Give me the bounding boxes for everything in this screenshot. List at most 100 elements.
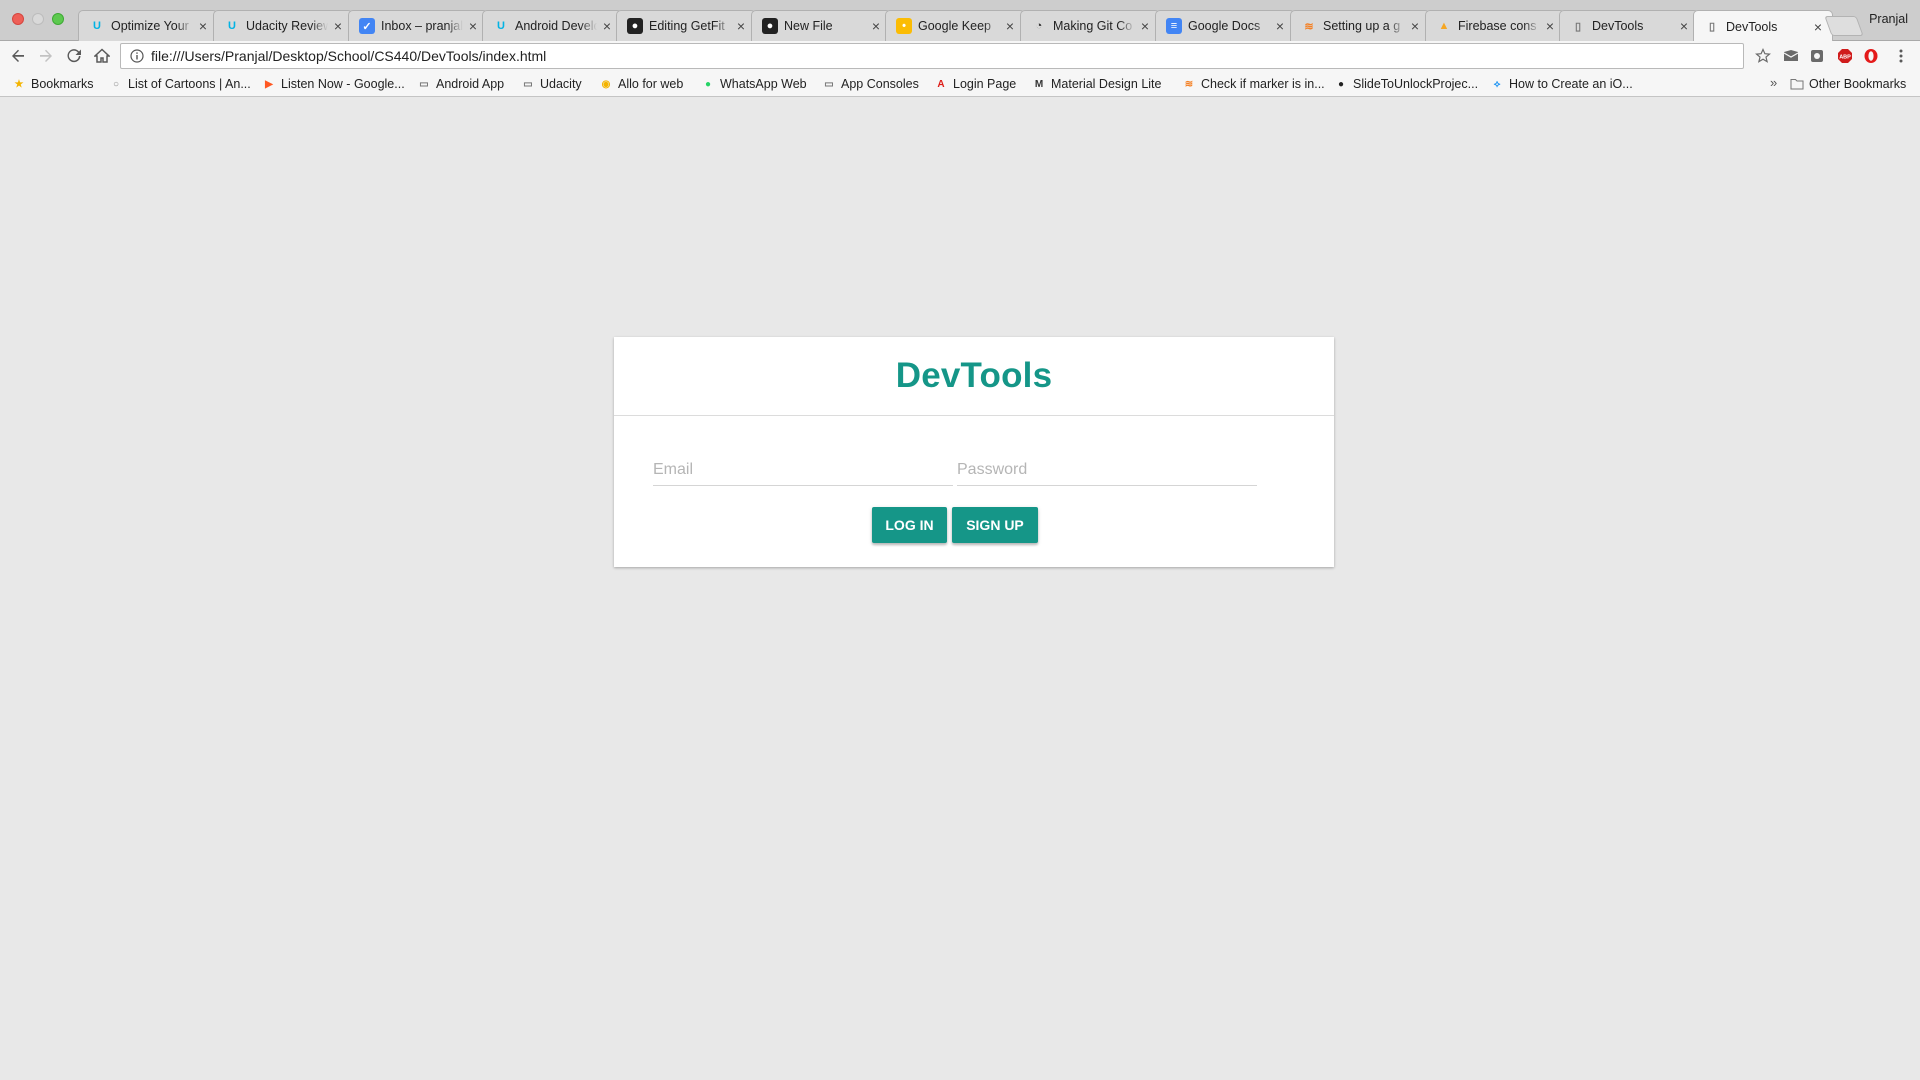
tab[interactable]: ✓ Inbox – pranjal × <box>348 10 488 41</box>
tab[interactable]: • Google Keep × <box>885 10 1025 41</box>
tab[interactable]: U Optimize Your × <box>78 10 218 41</box>
angular-icon: A <box>937 78 945 90</box>
bookmark-label: Android App <box>436 77 505 91</box>
close-tab-icon[interactable]: × <box>1409 19 1421 33</box>
tab-title: Google Docs <box>1188 19 1261 33</box>
bookmark-label: App Consoles <box>841 77 919 91</box>
back-arrow-icon <box>12 49 24 62</box>
bookmark-label: Check if marker is in... <box>1201 77 1325 91</box>
mail-extension-icon[interactable] <box>1782 47 1800 65</box>
tab-title: Google Keep <box>918 19 991 33</box>
opera-extension-icon[interactable] <box>1862 47 1880 65</box>
bookmark-star-icon[interactable] <box>1754 47 1772 65</box>
tab-title: Android Developer <box>515 19 597 33</box>
forward-button[interactable] <box>36 46 56 66</box>
more-bookmarks-chevron-icon[interactable]: » <box>1770 75 1777 90</box>
close-tab-icon[interactable]: × <box>332 19 344 33</box>
bookmark-label: Material Design Lite <box>1051 77 1162 91</box>
folder-icon: ▭ <box>824 78 834 90</box>
pocket-extension-icon[interactable] <box>1808 47 1826 65</box>
bookmark-item[interactable]: ◉ Allo for web <box>599 75 684 93</box>
adblock-plus-icon[interactable]: ABP <box>1836 47 1854 65</box>
bookmark-label: Bookmarks <box>31 77 94 91</box>
tab[interactable]: ▲ Firebase cons × <box>1425 10 1565 41</box>
email-field-wrapper <box>653 458 953 486</box>
bookmark-label: How to Create an iO... <box>1509 77 1633 91</box>
github-icon: ● <box>1337 78 1345 90</box>
bookmark-item[interactable]: ▶ Listen Now - Google... <box>262 75 405 93</box>
bookmark-label: Listen Now - Google... <box>281 77 405 91</box>
signup-button[interactable]: Sign Up <box>952 507 1038 543</box>
folder-icon: ▭ <box>419 78 429 90</box>
tab[interactable]: ◔ Making Git Co × <box>1020 10 1160 41</box>
profile-name[interactable]: Pranjal <box>1869 12 1908 26</box>
maximize-window-button[interactable] <box>52 13 64 25</box>
tab-title: New File <box>784 19 833 33</box>
tab[interactable]: ≋ Setting up a g × <box>1290 10 1430 41</box>
bookmark-label: WhatsApp Web <box>720 77 807 91</box>
keep-icon: • <box>896 18 912 34</box>
back-button[interactable] <box>8 46 28 66</box>
close-tab-icon[interactable]: × <box>1812 20 1824 34</box>
password-field-wrapper <box>957 458 1257 486</box>
folder-icon <box>1790 77 1804 91</box>
bookmark-label: Login Page <box>953 77 1017 91</box>
browser-toolbar: file:///Users/Pranjal/Desktop/School/CS4… <box>0 41 1920 71</box>
bookmark-label: Allo for web <box>618 77 684 91</box>
email-field[interactable] <box>653 458 953 482</box>
bookmark-item[interactable]: M Material Design Lite <box>1032 75 1162 93</box>
close-tab-icon[interactable]: × <box>870 19 882 33</box>
bookmark-item[interactable]: ★ Bookmarks <box>12 75 94 93</box>
tab-title: DevTools <box>1592 19 1644 33</box>
page-icon: ▯ <box>1708 21 1716 33</box>
tab-title: Inbox – pranjal <box>381 19 463 33</box>
close-tab-icon[interactable]: × <box>1004 19 1016 33</box>
close-tab-icon[interactable]: × <box>1678 19 1690 33</box>
minimize-window-button[interactable] <box>32 13 44 25</box>
address-url[interactable]: file:///Users/Pranjal/Desktop/School/CS4… <box>151 48 546 64</box>
other-bookmarks-folder[interactable]: Other Bookmarks <box>1790 75 1906 93</box>
bookmark-item[interactable]: ≋ Check if marker is in... <box>1182 75 1325 93</box>
chrome-menu-icon[interactable] <box>1892 47 1910 65</box>
close-tab-icon[interactable]: × <box>1274 19 1286 33</box>
close-tab-icon[interactable]: × <box>467 19 479 33</box>
close-tab-icon[interactable]: × <box>601 19 613 33</box>
bookmarks-bar: ★ Bookmarks ○ List of Cartoons | An... ▶ List… <box>0 71 1920 97</box>
tab[interactable]: ● Editing GetFit × <box>616 10 756 41</box>
tab-strip: U Optimize Your × U Udacity Reviews × ✓ Inbox –… <box>0 0 1920 42</box>
close-tab-icon[interactable]: × <box>735 19 747 33</box>
tab[interactable]: ≡ Google Docs × <box>1155 10 1295 41</box>
tab[interactable]: U Android Developer × <box>482 10 622 41</box>
tab-active[interactable]: ▯ DevTools × <box>1693 10 1833 42</box>
home-button[interactable] <box>92 46 112 66</box>
globe-icon: ○ <box>112 78 120 90</box>
bookmark-item[interactable]: ● WhatsApp Web <box>701 75 807 93</box>
close-tab-icon[interactable]: × <box>1139 19 1151 33</box>
bookmark-item[interactable]: ▭ Udacity <box>521 75 582 93</box>
bookmark-item[interactable]: A Login Page <box>934 75 1016 93</box>
tab-title: Udacity Reviews <box>246 19 328 33</box>
tab[interactable]: ▯ DevTools × <box>1559 10 1699 41</box>
bookmark-item[interactable]: ▭ Android App <box>417 75 504 93</box>
login-button[interactable]: Log In <box>872 507 947 543</box>
tab[interactable]: U Udacity Reviews × <box>213 10 353 41</box>
close-tab-icon[interactable]: × <box>1544 19 1556 33</box>
bookmark-item[interactable]: ○ List of Cartoons | An... <box>109 75 251 93</box>
new-tab-button[interactable] <box>1824 16 1864 36</box>
close-window-button[interactable] <box>12 13 24 25</box>
bookmark-item[interactable]: ⟡ How to Create an iO... <box>1490 75 1633 93</box>
tab-title: DevTools <box>1726 19 1778 34</box>
tab[interactable]: ● New File × <box>751 10 891 41</box>
bookmark-label: Udacity <box>540 77 582 91</box>
address-bar[interactable]: file:///Users/Pranjal/Desktop/School/CS4… <box>120 43 1744 69</box>
info-icon[interactable] <box>127 49 147 63</box>
inbox-icon: ✓ <box>359 18 375 34</box>
bookmark-item[interactable]: ● SlideToUnlockProjec... <box>1334 75 1478 93</box>
swift-icon: ⟡ <box>1493 78 1501 90</box>
reload-button[interactable] <box>64 46 84 66</box>
password-field[interactable] <box>957 458 1257 482</box>
close-tab-icon[interactable]: × <box>197 19 209 33</box>
other-bookmarks-label: Other Bookmarks <box>1809 77 1907 91</box>
bookmark-item[interactable]: ▭ App Consoles <box>822 75 919 93</box>
allo-icon: ◉ <box>601 78 611 90</box>
